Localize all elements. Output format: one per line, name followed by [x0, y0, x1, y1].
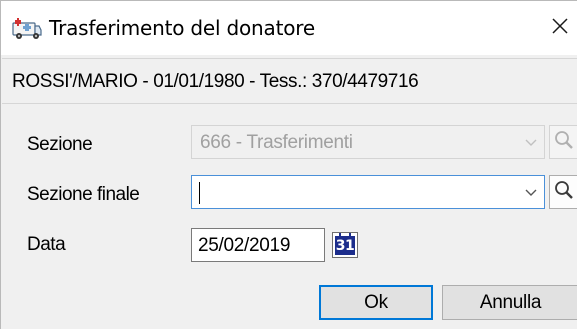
- window-title: Trasferimento del donatore: [49, 16, 315, 40]
- chevron-down-icon[interactable]: [524, 186, 538, 198]
- data-label: Data: [27, 234, 66, 255]
- text-cursor: [199, 182, 200, 204]
- donor-info-text: ROSSI'/MARIO - 01/01/1980 - Tess.: 370/4…: [12, 71, 419, 92]
- date-value: 25/02/2019: [198, 235, 291, 256]
- chevron-down-icon: [524, 136, 538, 148]
- sezione-finale-combobox[interactable]: [191, 175, 545, 209]
- title-bar: Trasferimento del donatore: [1, 1, 577, 55]
- ambulance-icon: [12, 15, 42, 41]
- sezione-finale-search-button[interactable]: [549, 175, 577, 209]
- sezione-value: 666 - Trasferimenti: [200, 132, 353, 153]
- close-icon: [551, 17, 569, 40]
- cancel-button[interactable]: Annulla: [442, 285, 577, 320]
- sezione-finale-label: Sezione finale: [27, 184, 140, 205]
- date-input[interactable]: 25/02/2019: [191, 228, 325, 262]
- magnifier-icon: [553, 179, 575, 206]
- magnifier-icon: [553, 129, 575, 156]
- donor-info-bar: ROSSI'/MARIO - 01/01/1980 - Tess.: 370/4…: [2, 58, 577, 104]
- sezione-search-button: [549, 125, 577, 159]
- calendar-button[interactable]: 31: [332, 232, 358, 258]
- sezione-label: Sezione: [27, 134, 93, 155]
- sezione-combobox: 666 - Trasferimenti: [191, 125, 545, 159]
- calendar-icon: 31: [335, 236, 355, 255]
- ok-button[interactable]: Ok: [319, 285, 433, 320]
- transfer-dialog: Trasferimento del donatore ROSSI'/MARIO …: [0, 0, 577, 329]
- close-button[interactable]: [542, 13, 577, 43]
